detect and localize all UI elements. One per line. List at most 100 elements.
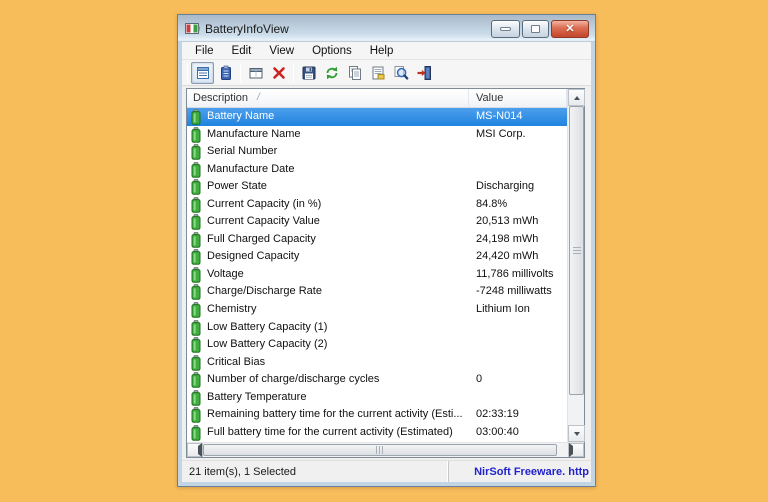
column-header-value[interactable]: Value xyxy=(469,89,567,107)
minimize-button[interactable] xyxy=(491,20,520,38)
row-value: 24,420 mWh xyxy=(476,250,539,263)
list-rows: Battery Name MS-N014 Manufacture Name MSI C… xyxy=(187,108,567,441)
row-value: 24,198 mWh xyxy=(476,232,539,245)
list-row[interactable]: Battery Temperature xyxy=(187,389,567,407)
row-description: Low Battery Capacity (2) xyxy=(207,338,328,351)
battery-icon xyxy=(191,424,201,441)
desktop-background: { "window": { "title": "BatteryInfoView"… xyxy=(0,0,768,502)
column-label: Description xyxy=(193,92,249,104)
toolbar-separator xyxy=(240,63,241,82)
scroll-right-button[interactable] xyxy=(568,443,584,457)
horizontal-scrollbar-thumb[interactable] xyxy=(203,444,557,456)
battery-icon xyxy=(191,302,201,318)
row-value: MSI Corp. xyxy=(476,127,526,140)
refresh-button[interactable] xyxy=(320,62,343,84)
app-window: BatteryInfoView ✕ File Edit View Options Hel… xyxy=(177,14,596,487)
list-row[interactable]: Battery Name MS-N014 xyxy=(187,108,567,126)
battery-icon xyxy=(191,231,201,248)
list-row[interactable]: Full Charged Capacity 24,198 mWh xyxy=(187,231,567,249)
list-row[interactable]: Number of charge/discharge cycles 0 xyxy=(187,371,567,389)
list-row[interactable]: Voltage 11,786 millivolts xyxy=(187,266,567,284)
arrow-up-icon xyxy=(573,95,580,100)
horizontal-scrollbar[interactable] xyxy=(187,442,584,457)
row-description: Number of charge/discharge cycles xyxy=(207,373,380,386)
minimize-icon xyxy=(500,27,511,31)
status-items-count: 21 item(s), 1 Selected xyxy=(189,465,296,478)
properties-button[interactable] xyxy=(366,62,389,84)
toolbar-separator xyxy=(293,63,294,82)
maximize-icon xyxy=(531,25,540,33)
row-value: Discharging xyxy=(476,180,535,193)
row-value: 84.8% xyxy=(476,197,508,210)
exit-button[interactable] xyxy=(412,62,435,84)
row-description: Manufacture Name xyxy=(207,127,301,140)
save-button[interactable] xyxy=(297,62,320,84)
row-value: 11,786 millivolts xyxy=(476,267,554,280)
arrow-left-icon xyxy=(188,443,202,457)
row-description: Current Capacity Value xyxy=(207,215,320,228)
row-description: Remaining battery time for the current a… xyxy=(207,408,463,421)
list-row[interactable]: Designed Capacity 24,420 mWh xyxy=(187,248,567,266)
row-value: 02:33:19 xyxy=(476,408,519,421)
choose-columns-button[interactable] xyxy=(244,62,267,84)
column-header-description[interactable]: Description / xyxy=(187,89,469,107)
nirsoft-link[interactable]: NirSoft Freeware. http xyxy=(448,461,591,482)
delete-button[interactable] xyxy=(267,62,290,84)
title-bar[interactable]: BatteryInfoView ✕ xyxy=(178,15,595,42)
battery-icon xyxy=(191,354,201,371)
report-view-button[interactable] xyxy=(214,62,237,84)
find-icon xyxy=(394,65,408,80)
choose-columns-icon xyxy=(249,67,262,78)
save-icon xyxy=(302,66,315,79)
battery-icon xyxy=(191,372,201,388)
arrow-right-icon xyxy=(569,443,583,457)
properties-icon xyxy=(372,66,384,79)
row-description: Full battery time for the current activi… xyxy=(207,425,453,438)
menu-item-edit[interactable]: Edit xyxy=(223,43,261,59)
list-row[interactable]: Low Battery Capacity (1) xyxy=(187,319,567,337)
list-row[interactable]: Low Battery Capacity (2) xyxy=(187,336,567,354)
window-title: BatteryInfoView xyxy=(205,21,289,36)
copy-button[interactable] xyxy=(343,62,366,84)
list-row[interactable]: Full battery time for the current activi… xyxy=(187,424,567,442)
status-bar: 21 item(s), 1 Selected NirSoft Freeware.… xyxy=(182,460,591,482)
maximize-button[interactable] xyxy=(522,20,549,38)
list-row[interactable]: Manufacture Date xyxy=(187,161,567,179)
row-description: Designed Capacity xyxy=(207,250,300,263)
list-row[interactable]: Manufacture Name MSI Corp. xyxy=(187,126,567,144)
list-row[interactable]: Power State Discharging xyxy=(187,178,567,196)
battery-icon xyxy=(191,407,201,423)
battery-icon xyxy=(191,126,201,143)
list-row[interactable]: Critical Bias xyxy=(187,354,567,372)
list-row[interactable]: Current Capacity (in %) 84.8% xyxy=(187,196,567,214)
scroll-up-button[interactable] xyxy=(568,89,585,106)
row-description: Battery Temperature xyxy=(207,390,307,403)
scroll-left-button[interactable] xyxy=(187,443,203,457)
row-value: Lithium Ion xyxy=(476,303,530,316)
details-view-button[interactable] xyxy=(191,61,214,84)
client-area: File Edit View Options Help Description … xyxy=(182,42,591,482)
list-row[interactable]: Current Capacity Value 20,513 mWh xyxy=(187,213,567,231)
close-button[interactable]: ✕ xyxy=(551,20,589,38)
app-icon xyxy=(185,23,200,34)
refresh-icon xyxy=(326,66,337,79)
find-button[interactable] xyxy=(389,62,412,84)
vertical-scrollbar-thumb[interactable] xyxy=(569,106,584,395)
battery-icon xyxy=(191,214,201,230)
row-description: Chemistry xyxy=(207,303,257,316)
list-row[interactable]: Chemistry Lithium Ion xyxy=(187,301,567,319)
list-row[interactable]: Serial Number xyxy=(187,143,567,161)
battery-icon xyxy=(191,109,201,125)
copy-icon xyxy=(348,65,361,80)
menu-item-help[interactable]: Help xyxy=(361,43,403,59)
row-description: Current Capacity (in %) xyxy=(207,197,322,210)
scroll-down-button[interactable] xyxy=(568,425,585,442)
list-row[interactable]: Charge/Discharge Rate -7248 milliwatts xyxy=(187,283,567,301)
row-value: 20,513 mWh xyxy=(476,215,539,228)
menu-item-file[interactable]: File xyxy=(186,43,223,59)
menu-item-view[interactable]: View xyxy=(260,43,303,59)
list-row[interactable]: Remaining battery time for the current a… xyxy=(187,406,567,424)
vertical-scrollbar[interactable] xyxy=(567,89,585,442)
menu-item-options[interactable]: Options xyxy=(303,43,361,59)
row-value: -7248 milliwatts xyxy=(476,285,552,298)
